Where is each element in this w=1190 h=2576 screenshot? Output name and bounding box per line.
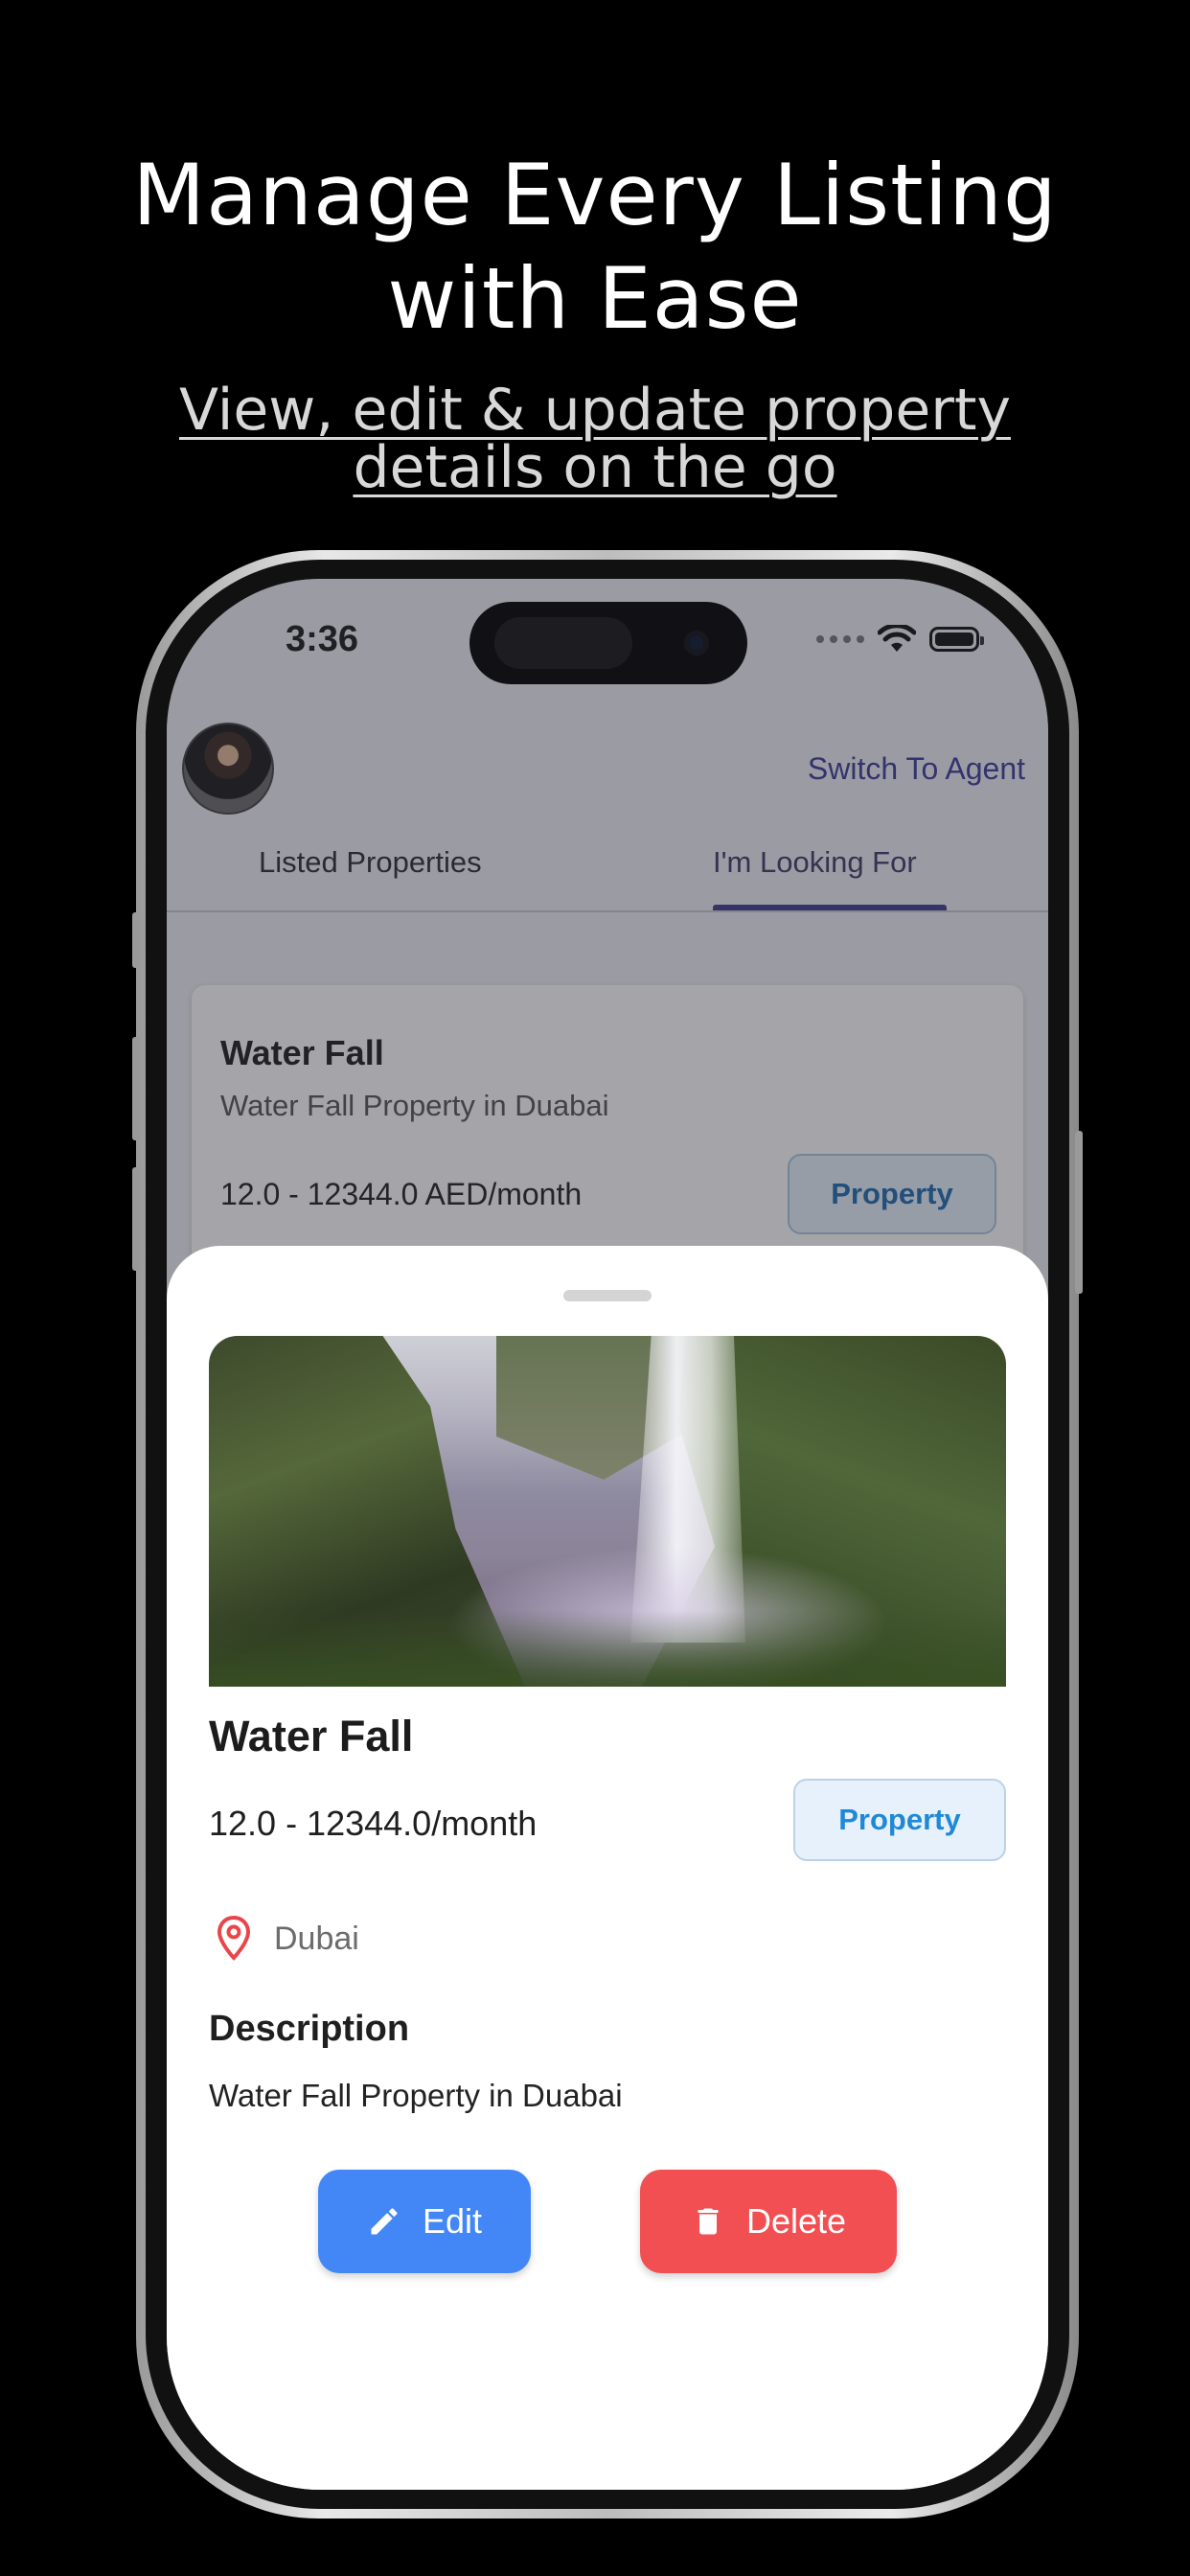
volume-down-button [132, 1167, 140, 1271]
property-image [209, 1336, 1006, 1687]
property-bottom-sheet: Water Fall 12.0 - 12344.0/month Property… [167, 1246, 1048, 2490]
property-price: 12.0 - 12344.0/month [209, 1804, 538, 1843]
pencil-icon [371, 2208, 398, 2235]
image-grass [209, 1610, 1006, 1687]
edit-button-label: Edit [422, 2201, 483, 2241]
property-title: Water Fall [209, 1712, 414, 1760]
location-pin-icon [217, 1915, 251, 1961]
delete-button-label: Delete [745, 2201, 847, 2241]
delete-button[interactable]: Delete [640, 2170, 897, 2273]
sheet-drag-handle[interactable] [563, 1290, 652, 1301]
phone-screen: 3:36 Switch To Agent Listed Properties I… [167, 579, 1048, 2490]
property-location: Dubai [274, 1920, 359, 1957]
description-text: Water Fall Property in Duabai [209, 2078, 623, 2113]
promo-headline-line1: Manage Every Listing [132, 146, 1058, 244]
description-heading: Description [209, 2009, 410, 2049]
trash-icon [698, 2208, 719, 2235]
promo-headline: Manage Every Listing with Ease [0, 144, 1190, 351]
power-button [1075, 1131, 1083, 1294]
mute-switch [132, 912, 140, 968]
promo-subline-line2: details on the go [353, 434, 837, 501]
property-type-badge: Property [793, 1779, 1006, 1861]
promo-headline-line2: with Ease [387, 249, 803, 348]
volume-up-button [132, 1037, 140, 1140]
promo-subline-line1: View, edit & update property [179, 377, 1011, 444]
promo-subline: View, edit & update property details on … [0, 381, 1190, 496]
edit-button[interactable]: Edit [318, 2170, 531, 2273]
